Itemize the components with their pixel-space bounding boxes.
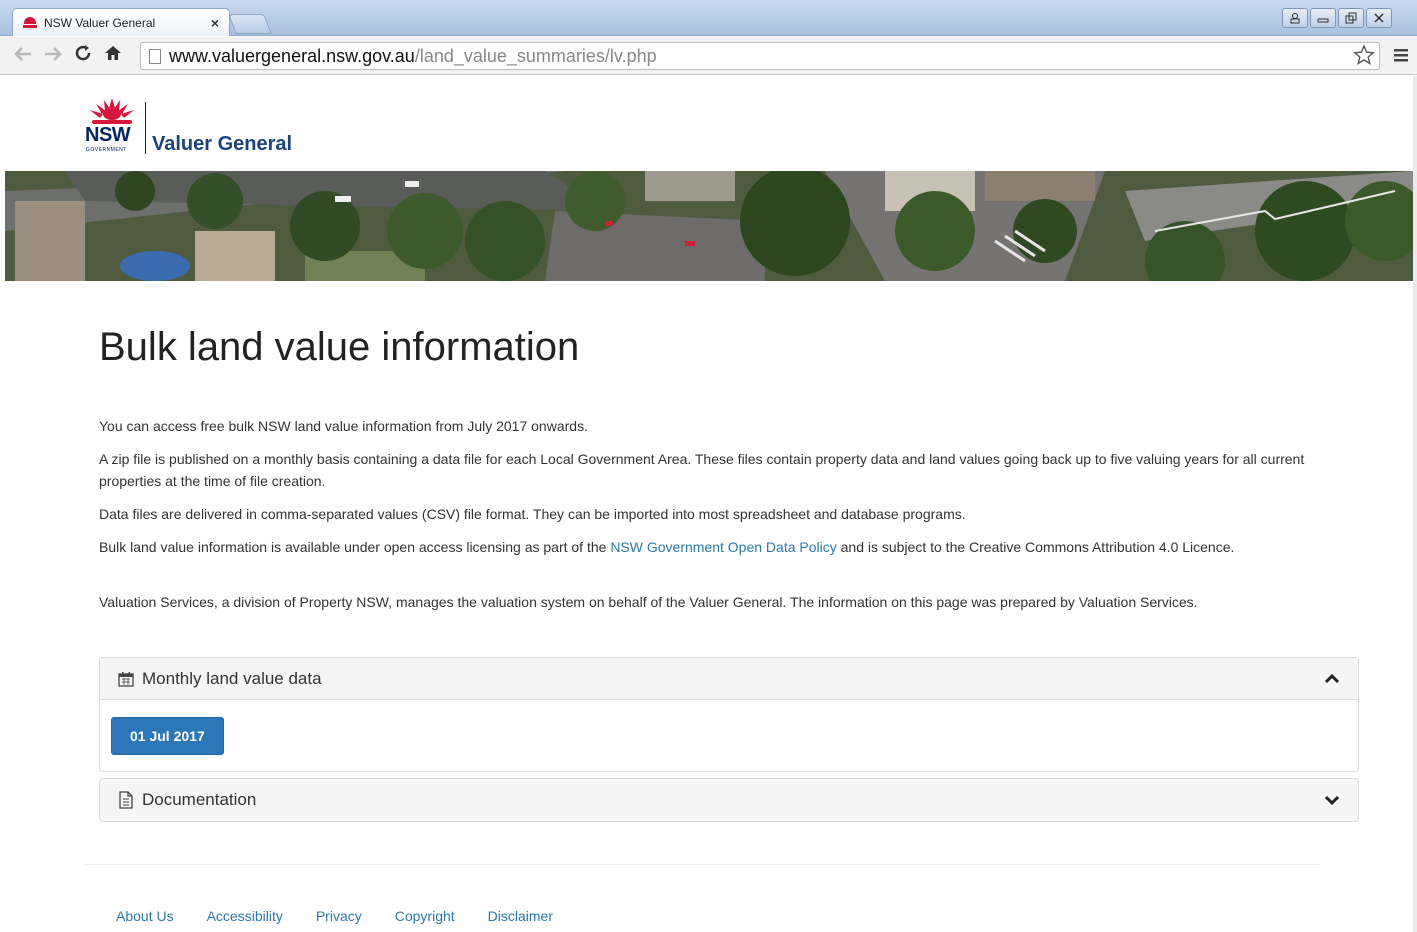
page-viewport: NSW GOVERNMENT Valuer General Bulk land … bbox=[5, 76, 1413, 932]
footer-nav: About Us Accessibility Privacy Copyright… bbox=[116, 908, 586, 924]
intro-paragraph: You can access free bulk NSW land value … bbox=[99, 418, 588, 434]
csv-format-paragraph: Data files are delivered in comma-separa… bbox=[99, 506, 966, 522]
url-host: www.valuergeneral.nsw.gov.au bbox=[169, 45, 415, 66]
forward-arrow-icon[interactable] bbox=[38, 44, 68, 67]
footer-link-about-us[interactable]: About Us bbox=[116, 908, 174, 924]
valuation-services-paragraph: Valuation Services, a division of Proper… bbox=[99, 594, 1198, 610]
window-controls bbox=[1280, 8, 1392, 28]
browser-toolbar: www.valuergeneral.nsw.gov.au/land_value_… bbox=[0, 37, 1417, 75]
calendar-icon bbox=[116, 669, 136, 689]
browser-tab[interactable]: NSW Valuer General × bbox=[12, 8, 230, 36]
footer-link-accessibility[interactable]: Accessibility bbox=[207, 908, 283, 924]
licensing-paragraph: Bulk land value information is available… bbox=[99, 536, 1349, 558]
licensing-text-after: and is subject to the Creative Commons A… bbox=[836, 539, 1235, 555]
footer-link-copyright[interactable]: Copyright bbox=[395, 908, 455, 924]
chevron-up-icon[interactable] bbox=[1322, 669, 1342, 689]
documentation-panel-header[interactable]: Documentation bbox=[100, 779, 1358, 821]
download-01-jul-2017-button[interactable]: 01 Jul 2017 bbox=[111, 717, 224, 755]
logo-government-text: GOVERNMENT bbox=[86, 147, 127, 153]
browser-tabstrip: NSW Valuer General × bbox=[0, 0, 1417, 36]
minimize-icon[interactable] bbox=[1310, 8, 1336, 28]
monthly-land-value-title: Monthly land value data bbox=[142, 668, 322, 688]
licensing-text-before: Bulk land value information is available… bbox=[99, 539, 611, 555]
footer-link-privacy[interactable]: Privacy bbox=[316, 908, 362, 924]
page-title: Bulk land value information bbox=[99, 325, 580, 369]
nsw-government-logo: NSW GOVERNMENT bbox=[85, 98, 139, 156]
document-icon bbox=[116, 790, 136, 810]
window-right-edge bbox=[1413, 76, 1417, 932]
documentation-title: Documentation bbox=[142, 790, 257, 809]
logo-valuer-general-text: Valuer General bbox=[152, 133, 293, 155]
logo-nsw-text: NSW bbox=[85, 124, 131, 146]
monthly-land-value-panel: Monthly land value data 01 Jul 2017 bbox=[99, 657, 1359, 772]
address-bar[interactable]: www.valuergeneral.nsw.gov.au/land_value_… bbox=[140, 42, 1380, 70]
zip-file-paragraph: A zip file is published on a monthly bas… bbox=[99, 451, 1305, 489]
new-tab-button[interactable] bbox=[228, 14, 272, 34]
monthly-land-value-panel-body: 01 Jul 2017 bbox=[100, 700, 1358, 771]
reload-icon[interactable] bbox=[68, 44, 98, 68]
nsw-favicon-icon bbox=[23, 16, 37, 29]
profile-icon[interactable] bbox=[1282, 8, 1308, 28]
chevron-down-icon[interactable] bbox=[1322, 790, 1342, 810]
footer-divider bbox=[85, 864, 1320, 865]
monthly-land-value-panel-header[interactable]: Monthly land value data bbox=[100, 658, 1358, 700]
nsw-valuer-general-logo[interactable]: NSW GOVERNMENT Valuer General bbox=[85, 96, 292, 156]
close-window-icon[interactable] bbox=[1366, 8, 1392, 28]
home-icon[interactable] bbox=[98, 44, 128, 68]
footer-link-disclaimer[interactable]: Disclaimer bbox=[488, 908, 553, 924]
documentation-panel: Documentation bbox=[99, 778, 1359, 822]
waratah-icon bbox=[90, 98, 134, 124]
url-path: /land_value_summaries/lv.php bbox=[414, 45, 657, 66]
bookmark-star-icon[interactable] bbox=[1352, 44, 1376, 72]
aerial-photo-banner bbox=[5, 171, 1413, 281]
tab-title: NSW Valuer General bbox=[44, 15, 156, 30]
browser-menu-icon[interactable] bbox=[1393, 43, 1409, 69]
logo-divider bbox=[145, 102, 146, 154]
back-arrow-icon[interactable] bbox=[8, 44, 38, 67]
tab-close-icon[interactable]: × bbox=[211, 15, 219, 31]
open-data-policy-link[interactable]: NSW Government Open Data Policy bbox=[610, 539, 836, 555]
page-icon bbox=[149, 48, 161, 64]
restore-icon[interactable] bbox=[1338, 8, 1364, 28]
